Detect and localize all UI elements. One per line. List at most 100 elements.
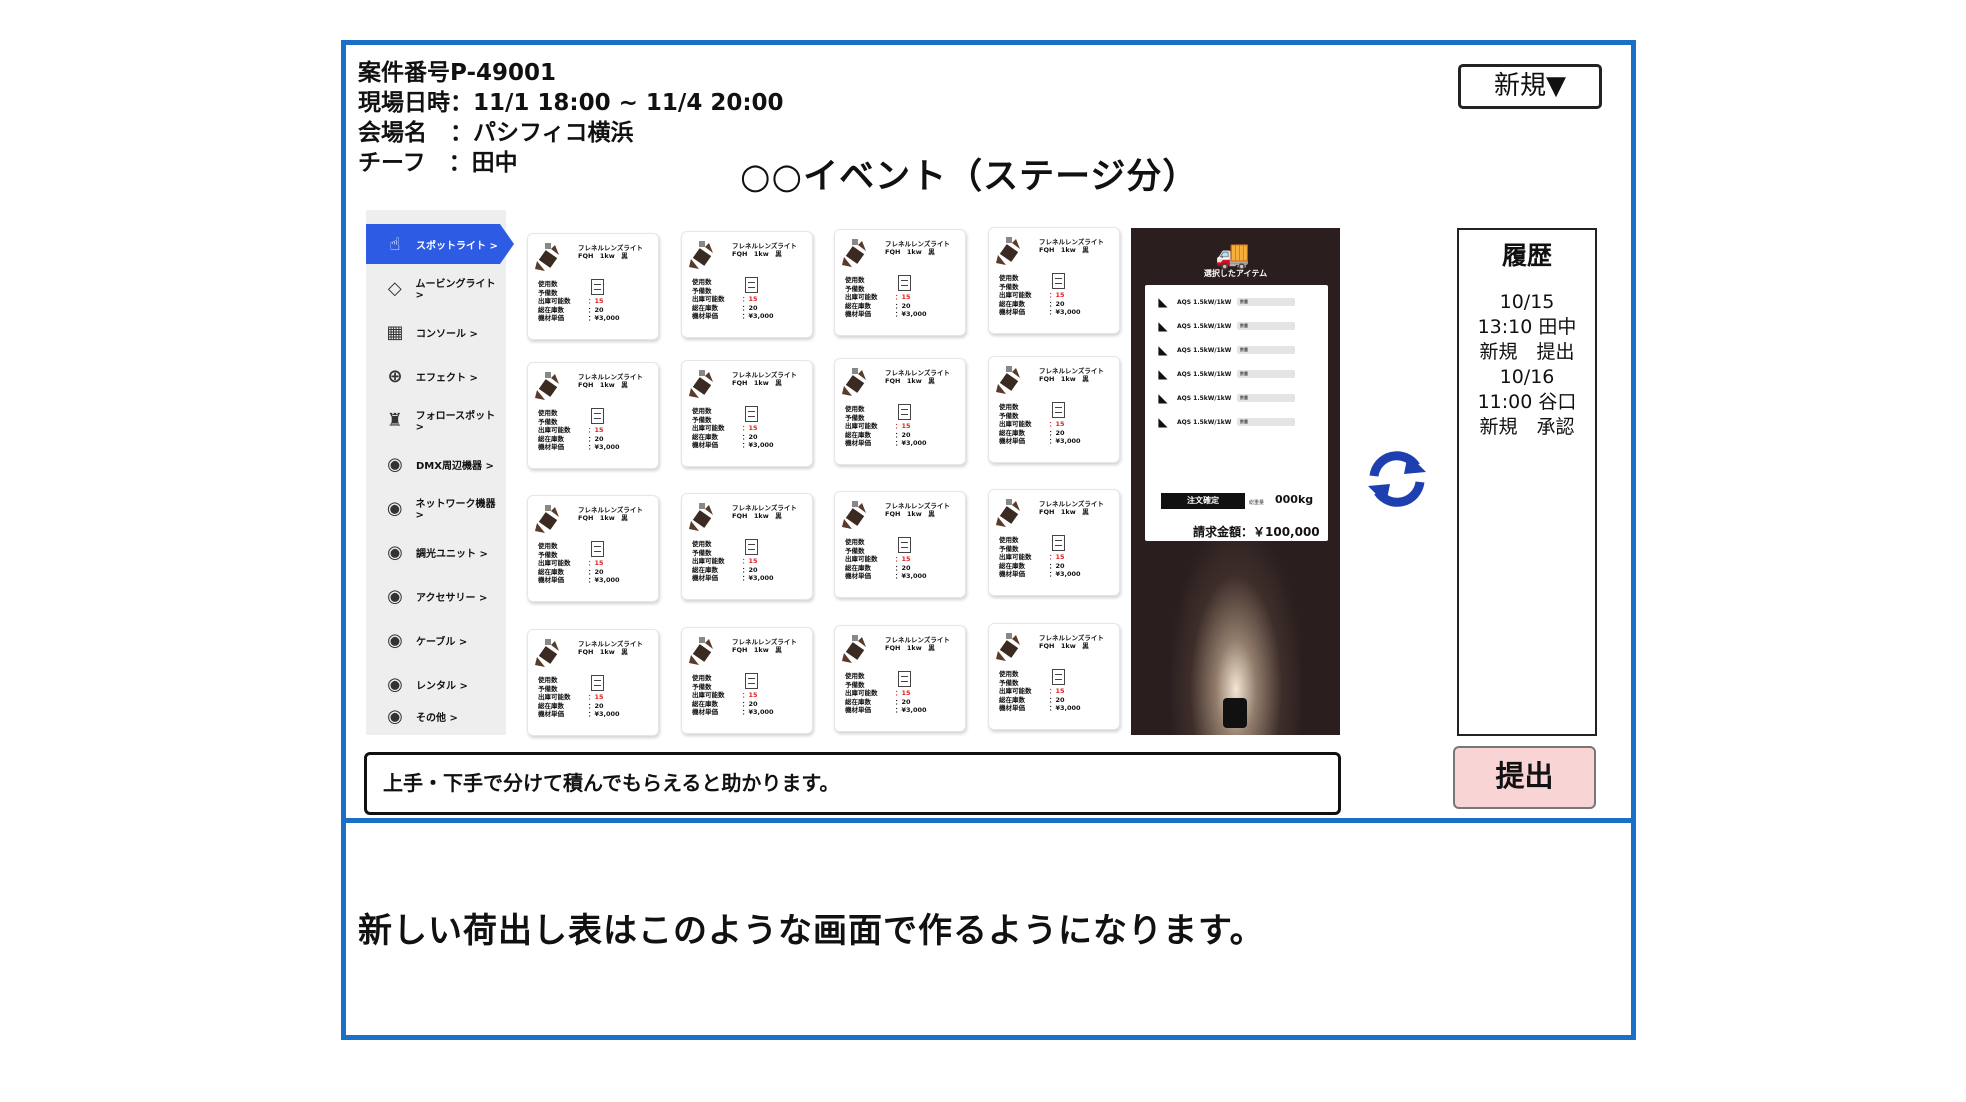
product-card[interactable]: フレネルレンズライト FQH 1kw 黒使用数 予備数 出庫可能数 ：15 総在庫数 ：2… — [834, 625, 966, 732]
available-count: ：15 — [588, 559, 604, 568]
chief-name: チーフ ：田中 — [358, 150, 518, 176]
quantity-select[interactable]: 数量 — [1237, 370, 1295, 378]
selection-panel: 🚚 選択したアイテム 注文確定 総重量 000kg 請求金額：￥100,000 … — [1131, 228, 1340, 735]
selected-item: ◣ AQS 1.5kW/1kW 数量 — [1155, 341, 1320, 359]
sidebar-item[interactable]: ◉ ケーブル > — [366, 620, 506, 660]
fresnel-light-icon — [996, 633, 1020, 661]
unit-price: ：¥3,000 — [742, 708, 774, 717]
stat-label: 出庫可能数 — [999, 420, 1032, 429]
sidebar-item[interactable]: ◉ アクセサリー > — [366, 576, 506, 616]
submit-button[interactable]: 提出 — [1453, 746, 1596, 809]
product-name: フレネルレンズライト FQH 1kw 黒 — [732, 638, 797, 654]
product-card[interactable]: フレネルレンズライト FQH 1kw 黒使用数 予備数 出庫可能数 ：15 総在庫数 ：2… — [988, 227, 1120, 334]
effect-globe-icon: ⊕ — [387, 365, 403, 387]
unit-price: ：¥3,000 — [742, 312, 774, 321]
stat-label: 使用数 — [692, 540, 712, 548]
stat-label: 使用数 — [999, 536, 1019, 544]
product-card[interactable]: フレネルレンズライト FQH 1kw 黒使用数 予備数 出庫可能数 ：15 総在庫数 ：2… — [834, 358, 966, 465]
unit-price: ：¥3,000 — [588, 576, 620, 585]
product-card[interactable]: フレネルレンズライト FQH 1kw 黒使用数 予備数 出庫可能数 ：15 総在庫数 ：2… — [681, 627, 813, 734]
available-count: ：15 — [588, 426, 604, 435]
history-entry: 新規 提出 — [1479, 341, 1575, 363]
product-card[interactable]: フレネルレンズライト FQH 1kw 黒使用数 予備数 出庫可能数 ：15 総在庫数 ：2… — [681, 493, 813, 600]
fresnel-light-icon: ◣ — [1158, 295, 1168, 309]
stat-label: 出庫可能数 — [999, 291, 1032, 300]
stat-label: 使用数 — [845, 405, 865, 413]
total-stock: ：20 — [895, 430, 911, 439]
stat-label: 機材単価 — [999, 437, 1025, 446]
stat-label: 出庫可能数 — [538, 297, 571, 306]
product-card[interactable]: フレネルレンズライト FQH 1kw 黒使用数 予備数 出庫可能数 ：15 総在庫数 ：2… — [681, 231, 813, 338]
stat-label: 予備数 — [538, 417, 558, 426]
quantity-select[interactable]: 数量 — [1237, 322, 1295, 330]
sidebar-item[interactable]: ☝ スポットライト > — [366, 224, 514, 264]
sidebar-item-label: 調光ユニット > — [416, 548, 488, 560]
sidebar-item[interactable]: ◇ ムービングライト > — [366, 268, 506, 308]
fresnel-light-icon: ◣ — [1158, 319, 1168, 333]
total-stock: ：20 — [1049, 561, 1065, 570]
product-name: フレネルレンズライト FQH 1kw 黒 — [578, 506, 643, 522]
total-stock: ：20 — [588, 305, 604, 314]
fresnel-light-icon — [535, 243, 559, 271]
product-card[interactable]: フレネルレンズライト FQH 1kw 黒使用数 予備数 出庫可能数 ：15 総在庫数 ：2… — [527, 233, 659, 340]
stat-label: 機材単価 — [538, 576, 564, 585]
total-stock: ：20 — [895, 563, 911, 572]
quantity-select[interactable]: 数量 — [1237, 418, 1295, 426]
sidebar-item[interactable]: ◉ 調光ユニット > — [366, 532, 506, 572]
sidebar-item[interactable]: ◉ DMX周辺機器 > — [366, 444, 506, 484]
sidebar-item[interactable]: ⊕ エフェクト > — [366, 356, 506, 396]
product-card[interactable]: フレネルレンズライト FQH 1kw 黒使用数 予備数 出庫可能数 ：15 総在庫数 ：2… — [988, 489, 1120, 596]
stat-label: 使用数 — [538, 280, 558, 288]
product-card[interactable]: フレネルレンズライト FQH 1kw 黒使用数 予備数 出庫可能数 ：15 総在庫数 ：2… — [988, 356, 1120, 463]
stat-label: 出庫可能数 — [538, 426, 571, 435]
history-entry: 10/15 — [1499, 291, 1555, 313]
stat-label: 予備数 — [692, 548, 712, 557]
sidebar-item[interactable]: ◉ ネットワーク機器 > — [366, 488, 506, 528]
sidebar-item[interactable]: ◉ その他 > — [366, 696, 506, 736]
stat-label: 機材単価 — [999, 308, 1025, 317]
history-entry: 10/16 — [1499, 366, 1555, 388]
confirm-order-button[interactable]: 注文確定 — [1161, 493, 1245, 509]
sidebar-item-label: DMX周辺機器 > — [416, 460, 494, 472]
stat-label: 機材単価 — [538, 443, 564, 452]
product-card[interactable]: フレネルレンズライト FQH 1kw 黒使用数 予備数 出庫可能数 ：15 総在庫数 ：2… — [834, 491, 966, 598]
stat-label: 機材単価 — [692, 441, 718, 450]
refresh-icon[interactable] — [1364, 446, 1430, 512]
unit-price: ：¥3,000 — [1049, 308, 1081, 317]
unit-price: ：¥3,000 — [1049, 704, 1081, 713]
stat-label: 機材単価 — [538, 314, 564, 323]
product-stats: 使用数 予備数 出庫可能数 ：15 総在庫数 ：20 機材単価 ：¥3,000 — [845, 538, 927, 581]
product-card[interactable]: フレネルレンズライト FQH 1kw 黒使用数 予備数 出庫可能数 ：15 総在庫数 ：2… — [527, 362, 659, 469]
stat-label: 予備数 — [845, 546, 865, 555]
available-count: ：15 — [742, 295, 758, 304]
quantity-select[interactable]: 数量 — [1237, 394, 1295, 402]
stat-label: 使用数 — [692, 407, 712, 415]
selected-item-name: AQS 1.5kW/1kW — [1177, 346, 1232, 354]
stat-label: 予備数 — [692, 682, 712, 691]
product-card[interactable]: フレネルレンズライト FQH 1kw 黒使用数 予備数 出庫可能数 ：15 総在庫数 ：2… — [527, 495, 659, 602]
product-card[interactable]: フレネルレンズライト FQH 1kw 黒使用数 予備数 出庫可能数 ：15 総在庫数 ：2… — [988, 623, 1120, 730]
available-count: ：15 — [895, 689, 911, 698]
stat-label: 使用数 — [999, 403, 1019, 411]
quantity-select[interactable]: 数量 — [1237, 298, 1295, 306]
fresnel-light-icon — [689, 241, 713, 269]
product-card[interactable]: フレネルレンズライト FQH 1kw 黒使用数 予備数 出庫可能数 ：15 総在庫数 ：2… — [527, 629, 659, 736]
fresnel-light-icon — [535, 372, 559, 400]
quantity-select[interactable]: 数量 — [1237, 346, 1295, 354]
history-entry: 新規 承認 — [1479, 416, 1575, 438]
stat-label: 予備数 — [999, 544, 1019, 553]
new-dropdown-button[interactable]: 新規▼ — [1458, 64, 1602, 109]
console-icon: ▦ — [386, 321, 404, 343]
product-card[interactable]: フレネルレンズライト FQH 1kw 黒使用数 予備数 出庫可能数 ：15 総在庫数 ：2… — [834, 229, 966, 336]
sidebar-item[interactable]: ♜ フォロースポット > — [366, 400, 506, 440]
unit-price: ：¥3,000 — [588, 710, 620, 719]
total-stock: ：20 — [742, 699, 758, 708]
stat-label: 出庫可能数 — [538, 559, 571, 568]
note-field[interactable]: 上手・下手で分けて積んでもらえると助かります。 — [364, 752, 1341, 815]
fresnel-light-icon — [996, 366, 1020, 394]
product-card[interactable]: フレネルレンズライト FQH 1kw 黒使用数 予備数 出庫可能数 ：15 総在庫数 ：2… — [681, 360, 813, 467]
sidebar-item[interactable]: ▦ コンソール > — [366, 312, 506, 352]
total-stock: ：20 — [588, 567, 604, 576]
selected-item: ◣ AQS 1.5kW/1kW 数量 — [1155, 389, 1320, 407]
product-name: フレネルレンズライト FQH 1kw 黒 — [1039, 238, 1104, 254]
